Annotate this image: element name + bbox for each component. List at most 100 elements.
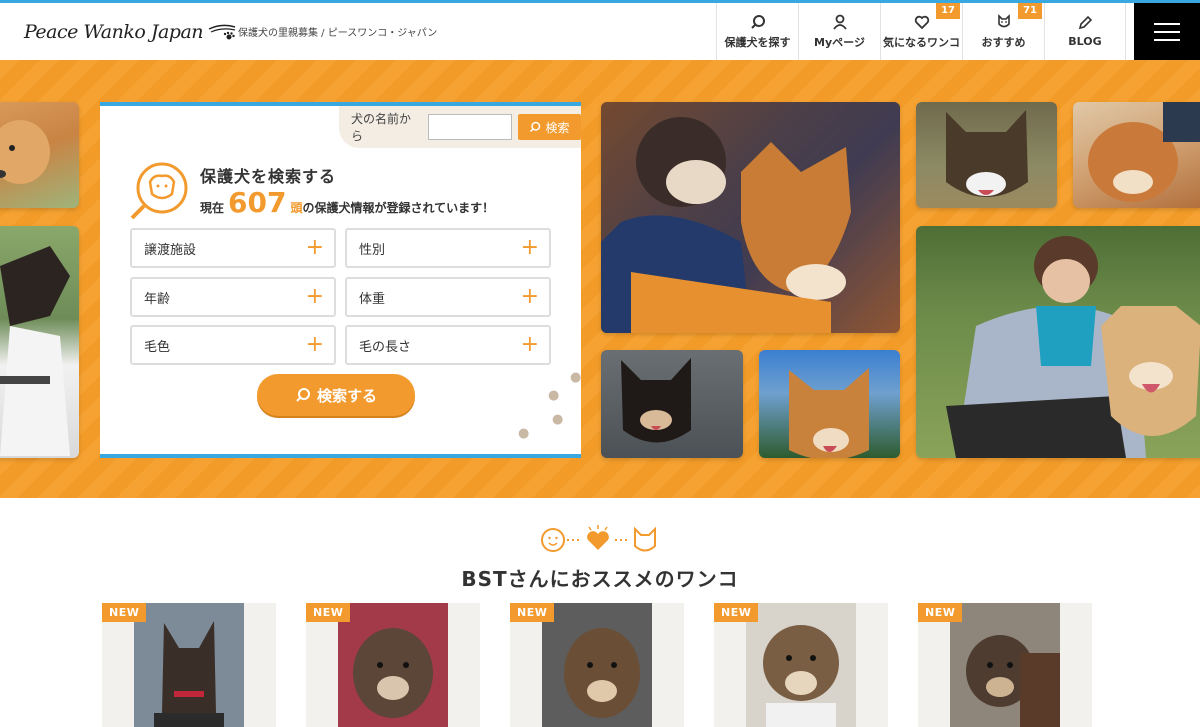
- hero-section: 犬の名前から 検索 保護犬を検索する 現在 607 頭 の保護犬情報が登録されて…: [0, 60, 1200, 498]
- paw-print-icon: ●: [548, 388, 560, 403]
- logo-paw-icon: [208, 24, 236, 40]
- nav-label: おすすめ: [981, 35, 1026, 49]
- count-unit: 頭: [290, 201, 303, 215]
- registered-dog-count: 607: [228, 186, 287, 219]
- filter-sex[interactable]: 性別 +: [345, 228, 551, 268]
- recommend-count-badge: 71: [1018, 3, 1042, 19]
- filter-label: 毛色: [144, 339, 171, 355]
- count-suffix: の保護犬情報が登録されています！: [302, 201, 495, 215]
- dog-photo[interactable]: [0, 226, 79, 458]
- paw-print-icon: ●: [552, 412, 564, 427]
- dog-image: [134, 603, 244, 727]
- dog-search-panel: 犬の名前から 検索 保護犬を検索する 現在 607 頭 の保護犬情報が登録されて…: [100, 102, 581, 458]
- new-badge: NEW: [714, 603, 759, 622]
- dog-photo[interactable]: [916, 102, 1057, 208]
- search-panel-title: 保護犬を検索する: [200, 167, 337, 186]
- logo-text: Peace Wanko Japan: [24, 21, 204, 43]
- plus-icon: +: [520, 235, 539, 260]
- filter-label: 毛の長さ: [359, 339, 412, 355]
- dog-silhouette-icon: [0, 246, 70, 456]
- filter-label: 体重: [359, 291, 386, 307]
- dog-photo[interactable]: [916, 226, 1200, 458]
- heart-icon: [914, 15, 929, 29]
- dog-photo[interactable]: [759, 350, 900, 458]
- recommend-dog-card[interactable]: NEW: [306, 603, 480, 727]
- nav-search[interactable]: 保護犬を探す: [716, 3, 798, 60]
- dog-silhouette-icon: [621, 358, 691, 443]
- menu-bar-icon: [1154, 30, 1180, 33]
- recommend-dog-card[interactable]: NEW: [102, 603, 276, 727]
- count-prefix: 現在: [200, 201, 225, 215]
- filter-facility[interactable]: 譲渡施設 +: [130, 228, 336, 268]
- menu-bar-icon: [1154, 22, 1180, 25]
- name-search-label: 犬の名前から: [351, 112, 412, 143]
- menu-bar-icon: [1154, 38, 1180, 41]
- plus-icon: +: [305, 235, 324, 260]
- new-badge: NEW: [918, 603, 963, 622]
- dog-image: [338, 603, 448, 727]
- search-submit-label: 検索する: [316, 386, 377, 405]
- site-tagline: 保護犬の里親募集 / ピースワンコ・ジャパン: [238, 28, 438, 39]
- woman-with-dog-image: [946, 236, 1200, 458]
- dog-photo[interactable]: [601, 102, 900, 333]
- filter-coat-length[interactable]: 毛の長さ +: [345, 325, 551, 365]
- plus-icon: +: [305, 332, 324, 357]
- nav-recommend[interactable]: おすすめ 71: [962, 3, 1044, 60]
- dog-photo[interactable]: [1073, 102, 1200, 208]
- recommend-dog-card[interactable]: NEW: [918, 603, 1092, 727]
- dog-photo[interactable]: [0, 102, 79, 208]
- dog-silhouette-icon: [1088, 102, 1200, 202]
- dog-with-child-image: [601, 102, 900, 333]
- filter-label: 年齢: [144, 291, 171, 307]
- name-search-button[interactable]: 検索: [517, 114, 581, 140]
- plus-icon: +: [520, 332, 539, 357]
- dog-magnifier-icon: [130, 162, 188, 220]
- recommend-dog-card[interactable]: NEW: [510, 603, 684, 727]
- nav-mypage[interactable]: Myページ: [798, 3, 880, 60]
- user-icon: [832, 14, 847, 30]
- dog-image: [542, 603, 652, 727]
- search-icon: [530, 121, 541, 133]
- nav-blog[interactable]: BLOG: [1044, 3, 1126, 60]
- plus-icon: +: [520, 284, 539, 309]
- dog-silhouette-icon: [789, 368, 869, 458]
- new-badge: NEW: [306, 603, 351, 622]
- name-search-button-label: 検索: [545, 120, 570, 135]
- dog-image: [746, 603, 856, 727]
- recommend-dog-card[interactable]: NEW: [714, 603, 888, 727]
- filter-age[interactable]: 年齢 +: [130, 277, 336, 317]
- nav-label: BLOG: [1068, 35, 1102, 48]
- paw-print-icon: ●: [518, 426, 530, 441]
- site-logo[interactable]: Peace Wanko Japan: [24, 17, 237, 47]
- hamburger-menu-button[interactable]: [1134, 3, 1200, 60]
- search-submit-button[interactable]: 検索する: [257, 374, 415, 416]
- search-icon: [750, 14, 765, 29]
- search-icon: [296, 388, 310, 402]
- registered-count-line: 現在 607 頭 の保護犬情報が登録されています！: [200, 186, 494, 219]
- paw-print-icon: ●: [570, 370, 582, 385]
- name-search-bar: 犬の名前から 検索: [339, 106, 581, 148]
- nav-label: Myページ: [814, 35, 865, 49]
- filter-label: 譲渡施設: [144, 242, 197, 258]
- filter-weight[interactable]: 体重 +: [345, 277, 551, 317]
- dog-silhouette-icon: [946, 110, 1028, 197]
- new-badge: NEW: [102, 603, 147, 622]
- pencil-icon: [1078, 15, 1093, 30]
- dog-image: [950, 603, 1060, 727]
- dog-photo[interactable]: [601, 350, 743, 458]
- new-badge: NEW: [510, 603, 555, 622]
- filter-label: 性別: [359, 242, 386, 258]
- nav-label: 保護犬を探す: [724, 35, 791, 49]
- recommend-heading-icon: [541, 525, 656, 552]
- nav-label: 気になるワンコ: [883, 35, 960, 49]
- site-header: Peace Wanko Japan 保護犬の里親募集 / ピースワンコ・ジャパン…: [0, 3, 1200, 60]
- dog-face-icon: [997, 13, 1010, 27]
- main-nav: 保護犬を探す Myページ 気になるワンコ 17 おすすめ 71 BLOG: [716, 3, 1126, 60]
- plus-icon: +: [305, 284, 324, 309]
- dog-name-input[interactable]: [427, 114, 512, 140]
- dog-silhouette-icon: [0, 120, 50, 184]
- nav-favorites[interactable]: 気になるワンコ 17: [880, 3, 962, 60]
- favorites-count-badge: 17: [936, 3, 960, 19]
- recommend-section-title: BSTさんにおススメのワンコ: [461, 567, 739, 591]
- filter-coat-color[interactable]: 毛色 +: [130, 325, 336, 365]
